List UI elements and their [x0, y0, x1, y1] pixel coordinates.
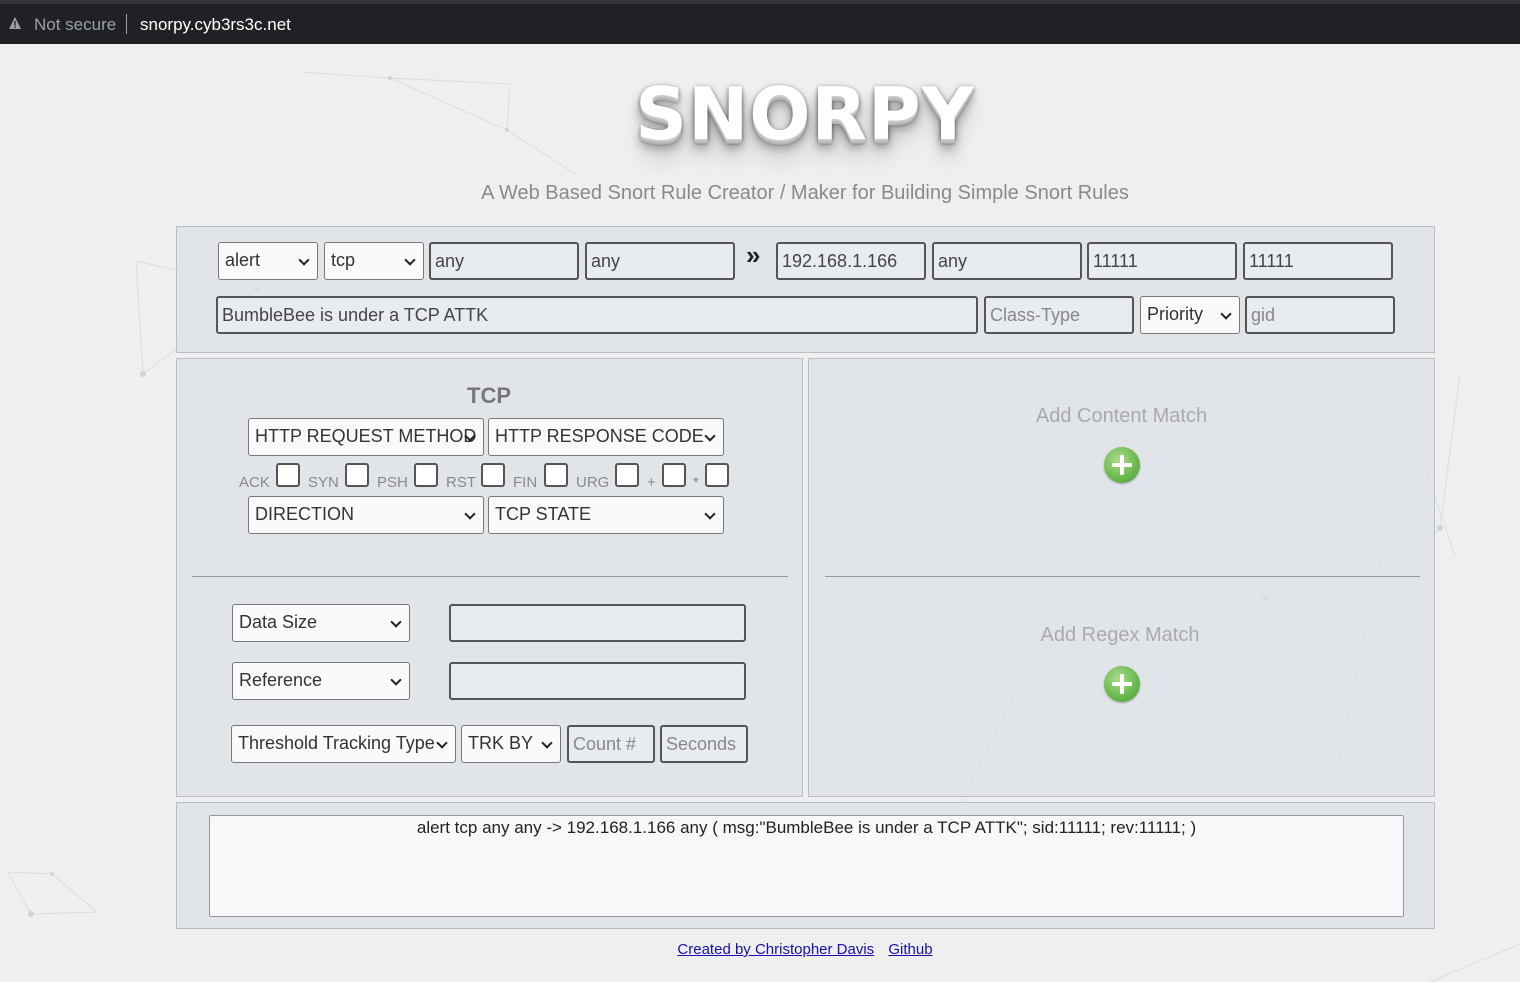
- flag-ack-checkbox[interactable]: [276, 463, 300, 487]
- flag-ack-label: ACK: [239, 474, 270, 491]
- footer: Created by Christopher Davis Github: [0, 941, 1520, 958]
- direction-select[interactable]: DIRECTION: [248, 496, 484, 534]
- flag-urg-label: URG: [576, 474, 610, 491]
- data-size-input[interactable]: [449, 604, 746, 642]
- destination-port-input[interactable]: any: [932, 242, 1082, 280]
- gid-input[interactable]: gid: [1245, 296, 1395, 334]
- protocol-select[interactable]: tcp: [324, 242, 424, 280]
- flag-plus-label: +: [647, 474, 656, 491]
- tcp-section-title: TCP: [467, 383, 511, 408]
- count-input[interactable]: Count #: [567, 725, 655, 763]
- flag-urg-checkbox[interactable]: [615, 463, 639, 487]
- warning-triangle-icon: [9, 17, 21, 29]
- page-subtitle: A Web Based Snort Rule Creator / Maker f…: [481, 182, 1129, 204]
- http-request-method-select[interactable]: HTTP REQUEST METHOD: [248, 418, 484, 456]
- sid-input[interactable]: 11111: [1087, 242, 1237, 280]
- reference-select[interactable]: Reference: [232, 662, 410, 700]
- rev-input[interactable]: 11111: [1243, 242, 1393, 280]
- add-content-match-label: Add Content Match: [1035, 405, 1208, 427]
- flag-star-checkbox[interactable]: [705, 463, 729, 487]
- seconds-input[interactable]: Seconds: [660, 725, 748, 763]
- action-select[interactable]: alert: [218, 242, 318, 280]
- divider: [126, 14, 127, 34]
- flag-fin-checkbox[interactable]: [544, 463, 568, 487]
- security-status[interactable]: Not secure: [34, 15, 116, 35]
- add-regex-match-label: Add Regex Match: [1040, 624, 1200, 646]
- source-port-input[interactable]: any: [585, 242, 735, 280]
- flag-syn-label: SYN: [308, 474, 339, 491]
- flag-rst-checkbox[interactable]: [481, 463, 505, 487]
- class-type-input[interactable]: Class-Type: [984, 296, 1134, 334]
- flag-star-label: *: [693, 474, 699, 491]
- priority-select[interactable]: Priority: [1140, 296, 1240, 334]
- data-size-select[interactable]: Data Size: [232, 604, 410, 642]
- http-response-code-select[interactable]: HTTP RESPONSE CODE: [488, 418, 724, 456]
- reference-input[interactable]: [449, 662, 746, 700]
- flag-psh-label: PSH: [377, 474, 408, 491]
- page-title: SNORPY: [635, 72, 975, 156]
- source-ip-input[interactable]: any: [429, 242, 579, 280]
- url-text[interactable]: snorpy.cyb3rs3c.net: [140, 15, 291, 35]
- divider: [825, 576, 1420, 577]
- destination-ip-input[interactable]: 192.168.1.166: [776, 242, 926, 280]
- divider: [192, 576, 788, 577]
- github-link[interactable]: Github: [888, 941, 932, 958]
- flag-rst-label: RST: [446, 474, 476, 491]
- rule-output-textarea[interactable]: alert tcp any any -> 192.168.1.166 any (…: [209, 815, 1404, 917]
- flag-fin-label: FIN: [513, 474, 538, 491]
- threshold-tracking-type-select[interactable]: Threshold Tracking Type: [231, 725, 456, 763]
- message-input[interactable]: BumbleBee is under a TCP ATTK: [216, 296, 978, 334]
- browser-address-bar: Not secure snorpy.cyb3rs3c.net: [0, 0, 1520, 44]
- add-content-match-button[interactable]: [1104, 447, 1140, 483]
- credit-link[interactable]: Created by Christopher Davis: [677, 941, 874, 958]
- direction-arrow-icon: »: [746, 240, 761, 270]
- add-regex-match-button[interactable]: [1104, 666, 1140, 702]
- flag-syn-checkbox[interactable]: [345, 463, 369, 487]
- track-by-select[interactable]: TRK BY: [461, 725, 561, 763]
- flag-plus-checkbox[interactable]: [662, 463, 686, 487]
- tcp-state-select[interactable]: TCP STATE: [488, 496, 724, 534]
- flag-psh-checkbox[interactable]: [414, 463, 438, 487]
